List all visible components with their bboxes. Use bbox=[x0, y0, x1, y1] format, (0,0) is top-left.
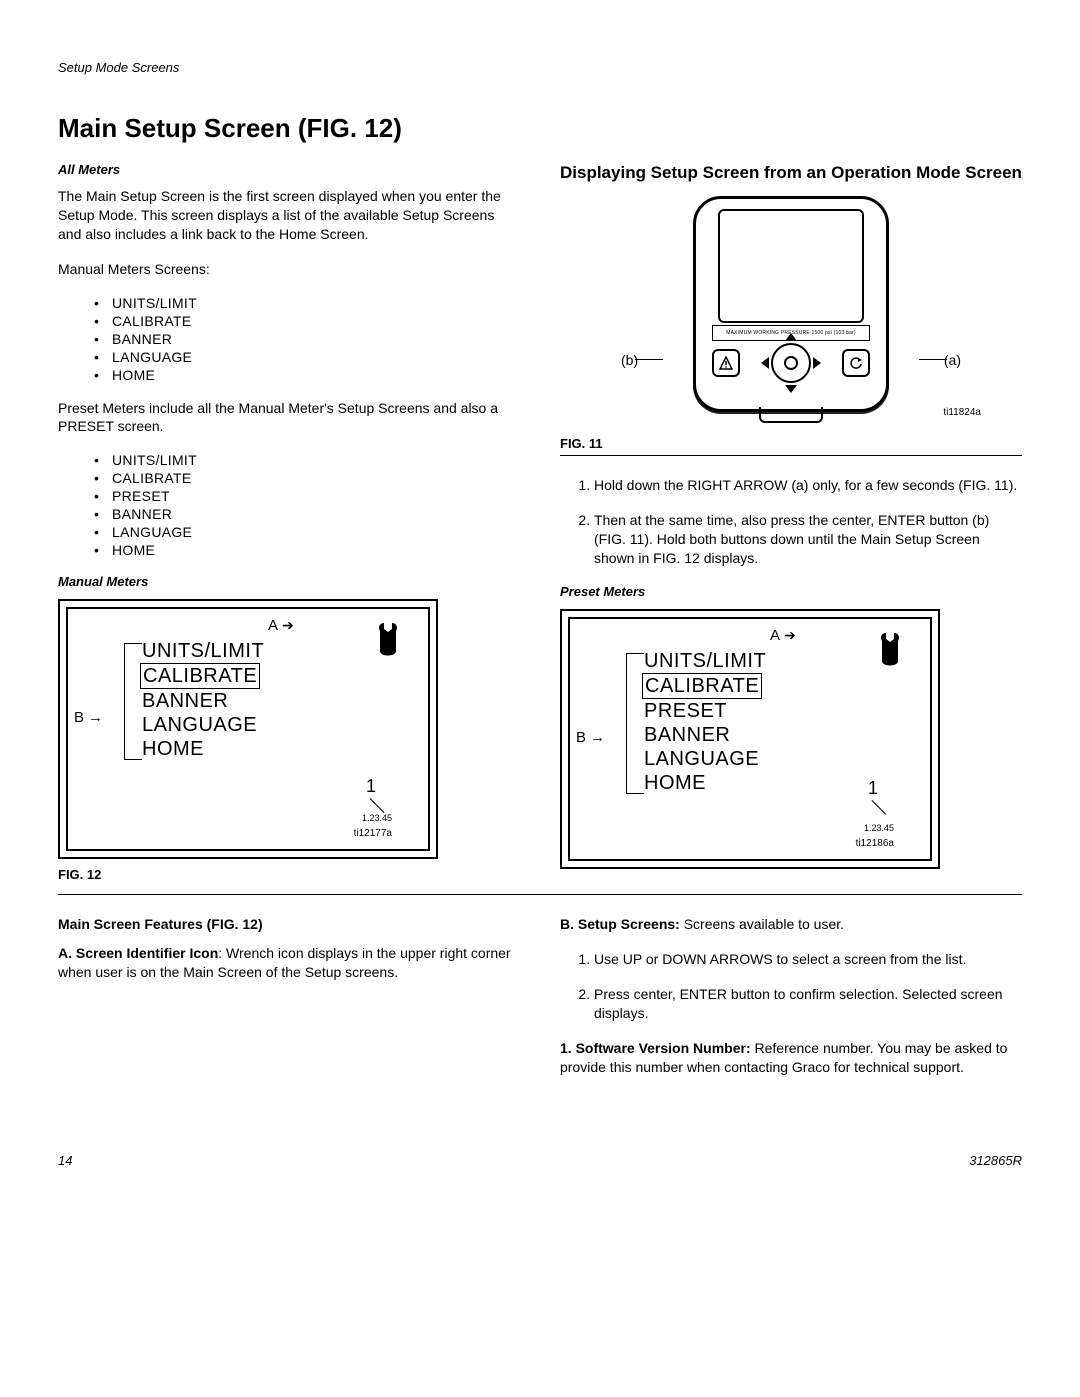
list-item: BANNER bbox=[94, 331, 520, 347]
callout-1: 1 bbox=[366, 776, 376, 797]
manual-list: UNITS/LIMIT CALIBRATE BANNER LANGUAGE HO… bbox=[58, 295, 520, 383]
leader bbox=[124, 759, 142, 761]
image-id: ti12186a bbox=[856, 838, 894, 849]
divider bbox=[560, 455, 1022, 456]
menu-item: UNITS/LIMIT bbox=[140, 639, 266, 663]
label-a: (a) bbox=[944, 352, 961, 368]
h1-post: . 12) bbox=[350, 113, 402, 143]
intro-paragraph: The Main Setup Screen is the first scree… bbox=[58, 187, 520, 244]
leader bbox=[370, 798, 385, 813]
wrench-icon bbox=[878, 631, 902, 671]
down-arrow-icon bbox=[785, 385, 797, 393]
features-row: Main Screen Features (FIG. 12) A. Screen… bbox=[58, 915, 1022, 1092]
running-head: Setup Mode Screens bbox=[58, 60, 1022, 75]
divider bbox=[58, 894, 1022, 895]
menu-item: CALIBRATE bbox=[140, 663, 260, 689]
leader bbox=[872, 800, 887, 815]
warning-button-icon bbox=[712, 349, 740, 377]
menu-list-preset: UNITS/LIMITCALIBRATEPRESETBANNERLANGUAGE… bbox=[640, 649, 900, 795]
list-item: CALIBRATE bbox=[94, 313, 520, 329]
list-item: LANGUAGE bbox=[94, 349, 520, 365]
leader bbox=[626, 793, 644, 795]
callout-1: 1 bbox=[868, 778, 878, 799]
list-item: PRESET bbox=[94, 488, 520, 504]
wrench-icon bbox=[376, 621, 400, 661]
label-b: (b) bbox=[621, 352, 638, 368]
leader bbox=[635, 359, 663, 360]
leader bbox=[626, 653, 644, 655]
device-screen bbox=[718, 209, 864, 323]
h1-pre: Main Setup Screen (F bbox=[58, 113, 322, 143]
leader bbox=[124, 643, 142, 645]
left-column: All Meters The Main Setup Screen is the … bbox=[58, 162, 520, 882]
doc-number: 312865R bbox=[969, 1153, 1022, 1168]
version-number: 1.23.45 bbox=[864, 823, 894, 833]
menu-item: HOME bbox=[140, 737, 206, 761]
step-2: Then at the same time, also press the ce… bbox=[594, 511, 1022, 568]
menu-item: BANNER bbox=[642, 723, 732, 747]
reset-button-icon bbox=[842, 349, 870, 377]
fig11-caption: FIG. 11 bbox=[560, 436, 1022, 451]
feature-b: B. Setup Screens: Screens available to u… bbox=[560, 915, 1022, 934]
manual-screens-label: Manual Meters Screens: bbox=[58, 260, 520, 279]
use-step-1: Use UP or DOWN ARROWS to select a screen… bbox=[594, 950, 1022, 969]
manual-meters-heading: Manual Meters bbox=[58, 574, 520, 589]
nav-pad bbox=[763, 335, 819, 391]
device-foot bbox=[759, 407, 823, 423]
features-title: Main Screen Features (FIG. 12) bbox=[58, 915, 520, 934]
menu-item: HOME bbox=[642, 771, 708, 795]
list-item: HOME bbox=[94, 367, 520, 383]
preset-list: UNITS/LIMIT CALIBRATE PRESET BANNER LANG… bbox=[58, 452, 520, 558]
menu-item: PRESET bbox=[642, 699, 729, 723]
menu-item: LANGUAGE bbox=[140, 713, 259, 737]
fig12-caption: FIG. 12 bbox=[58, 867, 520, 882]
up-arrow-icon bbox=[785, 333, 797, 341]
figure-12-manual: A➔ B→ UNITS/LIMITCALIBRATEBANNERLANGUAGE… bbox=[58, 599, 438, 859]
preset-meters-heading: Preset Meters bbox=[560, 584, 1022, 599]
h1-sc: IG bbox=[322, 113, 349, 143]
menu-item: BANNER bbox=[140, 689, 230, 713]
feature-a: A. Screen Identifier Icon: Wrench icon d… bbox=[58, 944, 520, 982]
steps-list: Hold down the RIGHT ARROW (a) only, for … bbox=[560, 476, 1022, 568]
list-item: LANGUAGE bbox=[94, 524, 520, 540]
software-version-note: 1. Software Version Number: Reference nu… bbox=[560, 1039, 1022, 1077]
menu-list-manual: UNITS/LIMITCALIBRATEBANNERLANGUAGEHOME bbox=[138, 639, 398, 761]
list-item: HOME bbox=[94, 542, 520, 558]
list-item: CALIBRATE bbox=[94, 470, 520, 486]
list-item: UNITS/LIMIT bbox=[94, 295, 520, 311]
list-item: UNITS/LIMIT bbox=[94, 452, 520, 468]
page-title: Main Setup Screen (FIG. 12) bbox=[58, 113, 1022, 144]
image-id: ti12177a bbox=[354, 828, 392, 839]
leader bbox=[626, 653, 628, 793]
right-column: Displaying Setup Screen from an Operatio… bbox=[560, 162, 1022, 882]
screen-inner: A➔ B→ UNITS/LIMITCALIBRATEBANNERLANGUAGE… bbox=[66, 607, 430, 851]
figure-11-device: MAXIMUM WORKING PRESSURE 1500 psi (103 b… bbox=[641, 196, 941, 412]
page-footer: 14 312865R bbox=[58, 1153, 1022, 1168]
callout-b: B→ bbox=[74, 709, 103, 726]
menu-item: CALIBRATE bbox=[642, 673, 762, 699]
menu-item: LANGUAGE bbox=[642, 747, 761, 771]
callout-a: A➔ bbox=[268, 617, 294, 634]
left-arrow-icon bbox=[761, 357, 769, 369]
all-meters-heading: All Meters bbox=[58, 162, 520, 177]
right-arrow-icon bbox=[813, 357, 821, 369]
callout-b: B→ bbox=[576, 729, 605, 746]
step-1: Hold down the RIGHT ARROW (a) only, for … bbox=[594, 476, 1022, 495]
use-step-2: Press center, ENTER button to confirm se… bbox=[594, 985, 1022, 1023]
screen-inner: A➔ B→ UNITS/LIMITCALIBRATEPRESETBANNERLA… bbox=[568, 617, 932, 861]
use-steps: Use UP or DOWN ARROWS to select a screen… bbox=[560, 950, 1022, 1023]
right-subheading: Displaying Setup Screen from an Operatio… bbox=[560, 162, 1022, 184]
figure-12-preset: A➔ B→ UNITS/LIMITCALIBRATEPRESETBANNERLA… bbox=[560, 609, 940, 869]
page-number: 14 bbox=[58, 1153, 72, 1168]
list-item: BANNER bbox=[94, 506, 520, 522]
menu-item: UNITS/LIMIT bbox=[642, 649, 768, 673]
leader bbox=[919, 359, 947, 360]
preset-intro: Preset Meters include all the Manual Met… bbox=[58, 399, 520, 437]
version-number: 1.23.45 bbox=[362, 813, 392, 823]
callout-a: A➔ bbox=[770, 627, 796, 644]
leader bbox=[124, 643, 126, 759]
image-id: ti11824a bbox=[943, 407, 981, 418]
